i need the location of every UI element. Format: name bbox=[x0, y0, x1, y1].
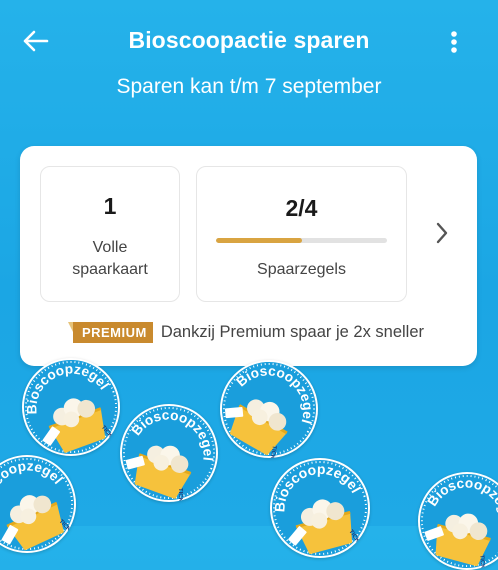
stamps-count: 2/4 bbox=[285, 195, 318, 221]
more-vertical-icon bbox=[451, 31, 457, 53]
stamps-progress-fill bbox=[216, 238, 302, 243]
bioscoopzegel-stamp-icon: Bioscoopzegel TICKET bbox=[270, 458, 370, 558]
next-button[interactable] bbox=[430, 218, 454, 248]
bioscoopzegel-stamp-icon: Bioscoopzegel TICKET bbox=[418, 472, 498, 570]
stamps-tile: 2/4 Spaarzegels bbox=[196, 166, 407, 302]
full-cards-count: 1 bbox=[103, 193, 117, 219]
bioscoopzegel-stamp-icon: Bioscoopzegel TICKET bbox=[0, 455, 76, 553]
bioscoopzegel-stamp-icon: Bioscoopzegel TICKET bbox=[220, 360, 318, 458]
full-cards-tile: 1 Volle spaarkaart bbox=[40, 166, 180, 302]
premium-badge: PREMIUM bbox=[67, 322, 153, 343]
top-bar: Bioscoopactie sparen bbox=[0, 0, 498, 84]
savings-card: 1 Volle spaarkaart 2/4 Spaarzegels PREMI… bbox=[20, 146, 477, 366]
page-title: Bioscoopactie sparen bbox=[128, 27, 370, 53]
chevron-right-icon bbox=[436, 222, 448, 244]
full-cards-label: Volle spaarkaart bbox=[72, 239, 148, 278]
stamps-progress-bar bbox=[216, 238, 387, 243]
stamps-label: Spaarzegels bbox=[257, 261, 346, 278]
savings-period-text: Sparen kan t/m 7 september bbox=[116, 75, 382, 98]
svg-text:TICKET: TICKET bbox=[478, 555, 486, 570]
svg-text:TICKET: TICKET bbox=[177, 488, 183, 502]
more-options-button[interactable] bbox=[440, 26, 468, 58]
premium-text: Dankzij Premium spaar je 2x sneller bbox=[160, 323, 425, 341]
bioscoopzegel-stamp-icon: Bioscoopzegel TICKET bbox=[22, 358, 120, 456]
bioscoopzegel-stamp-icon: Bioscoopzegel TICKET bbox=[120, 404, 218, 502]
premium-info: PREMIUM Dankzij Premium spaar je 2x snel… bbox=[20, 322, 477, 343]
